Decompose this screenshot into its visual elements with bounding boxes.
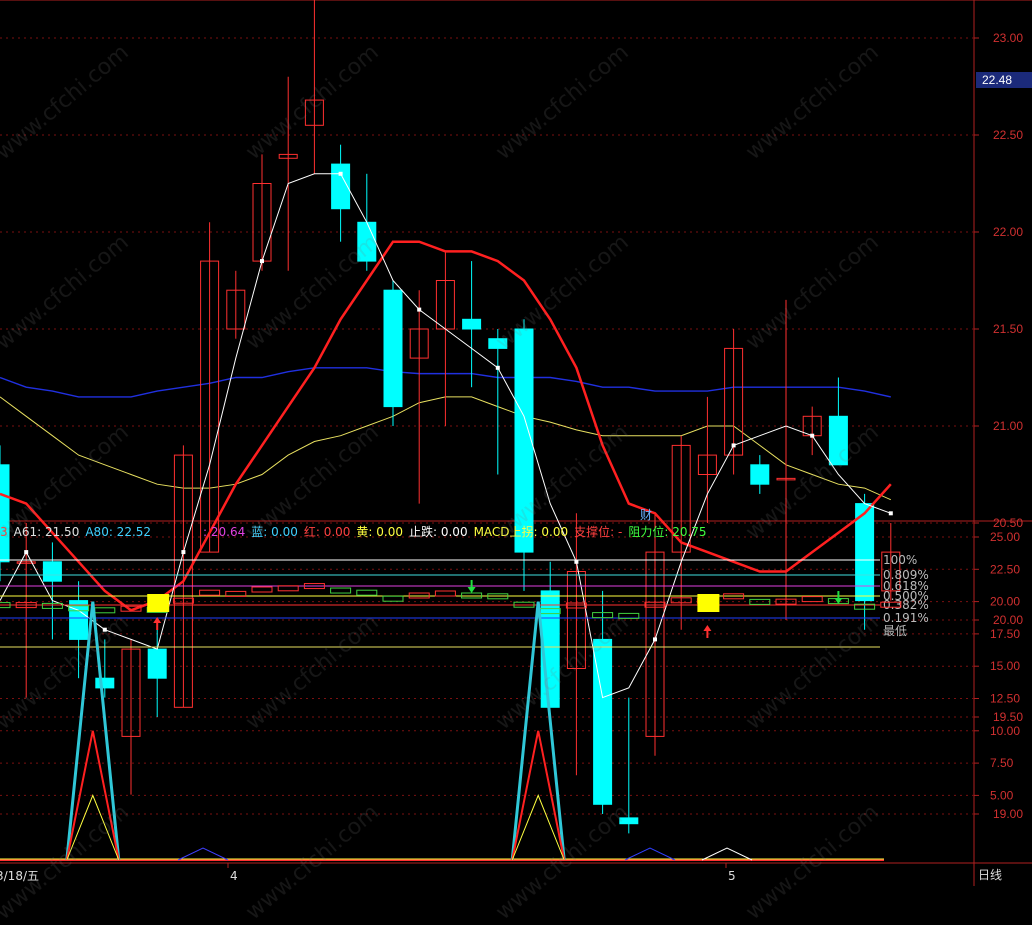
fib-level-label: 0.191% bbox=[883, 611, 929, 625]
ma-white-point bbox=[810, 433, 815, 438]
price-tick-label: 20.00 bbox=[993, 613, 1023, 627]
candle-body bbox=[95, 677, 115, 689]
price-tick-label: 19.00 bbox=[993, 807, 1023, 821]
sub-tick-label: 15.00 bbox=[990, 659, 1020, 673]
sub-tick-label: 17.50 bbox=[990, 627, 1020, 641]
ma-white-point bbox=[24, 550, 29, 555]
indicator-item: 黄: 0.00 bbox=[356, 525, 403, 539]
indicator-item: 支撑位: - bbox=[574, 525, 623, 539]
indicator-item: 红: 0.00 bbox=[303, 525, 351, 539]
highlight-block bbox=[147, 594, 170, 612]
price-tick-label: 21.00 bbox=[993, 419, 1023, 433]
candle-body bbox=[147, 648, 167, 679]
candle-body bbox=[750, 464, 770, 485]
price-tick-label: 22.50 bbox=[993, 128, 1023, 142]
ma-white-point bbox=[888, 511, 893, 516]
date-label: 5 bbox=[728, 869, 736, 883]
indicator-item: A80: 22.52 bbox=[85, 525, 152, 539]
indicator-item: : 20.64 bbox=[203, 525, 246, 539]
event-marker: 财 bbox=[640, 508, 652, 522]
sub-tick-label: 12.50 bbox=[990, 692, 1020, 706]
small-bump bbox=[624, 847, 676, 861]
sub-mini-candle bbox=[801, 596, 823, 603]
candle-body bbox=[462, 318, 482, 330]
ma-white-point bbox=[338, 171, 343, 176]
sub-mini-candle bbox=[251, 586, 273, 593]
ma-white-point bbox=[495, 365, 500, 370]
indicator-item: 止跌: 0.00 bbox=[409, 525, 468, 539]
sub-tick-label: 25.00 bbox=[990, 530, 1020, 544]
candle-body bbox=[383, 289, 403, 408]
ma-white-point bbox=[731, 443, 736, 448]
price-tick-label: 19.50 bbox=[993, 710, 1023, 724]
ma-white-point bbox=[417, 307, 422, 312]
candle-body bbox=[69, 600, 89, 640]
sub-mini-candle bbox=[356, 589, 378, 596]
indicator-line: 3 A61: 21.50 A80: 22.52: 20.64 蓝: 0.00 红: 0.… bbox=[0, 523, 713, 539]
sub-mini-candle bbox=[199, 589, 221, 596]
date-label: 4 bbox=[230, 869, 238, 883]
highlight-block bbox=[697, 594, 720, 612]
sub-tick-label: 22.50 bbox=[990, 562, 1020, 576]
price-tick-label: 22.00 bbox=[993, 225, 1023, 239]
sub-tick-label: 20.00 bbox=[990, 595, 1020, 609]
fib-level-label: 100% bbox=[883, 553, 917, 567]
sub-mini-candle bbox=[749, 598, 771, 605]
small-bump bbox=[701, 847, 753, 861]
sub-tick-label: 10.00 bbox=[990, 724, 1020, 738]
sub-mini-candle bbox=[330, 587, 352, 594]
signal-arrow-head bbox=[467, 587, 476, 593]
candle-body bbox=[42, 561, 62, 582]
ma-white-point bbox=[260, 259, 264, 264]
sub-mini-candle bbox=[277, 585, 299, 592]
ma-white-point bbox=[653, 637, 657, 642]
small-bump bbox=[177, 847, 229, 861]
indicator-item: 阻力位: 20.75 bbox=[628, 525, 707, 539]
period-label[interactable]: 日线 bbox=[978, 866, 1002, 883]
sub-tick-label: 5.00 bbox=[990, 788, 1014, 802]
price-tick-label: 21.50 bbox=[993, 322, 1023, 336]
fib-level-label: 最低 bbox=[883, 624, 907, 638]
price-tick-label: 23.00 bbox=[993, 31, 1023, 45]
ma-white-point bbox=[181, 550, 186, 555]
sub-mini-candle bbox=[434, 590, 456, 597]
sub-tick-label: 7.50 bbox=[990, 756, 1014, 770]
signal-arrow-head bbox=[703, 625, 712, 631]
current-price-tag: 22.48 bbox=[976, 72, 1032, 88]
price-tick-label: 20.50 bbox=[993, 516, 1023, 530]
sub-mini-candle bbox=[382, 595, 404, 602]
fib-level-label: 0.382% bbox=[883, 598, 929, 612]
sub-mini-candle bbox=[94, 607, 116, 614]
